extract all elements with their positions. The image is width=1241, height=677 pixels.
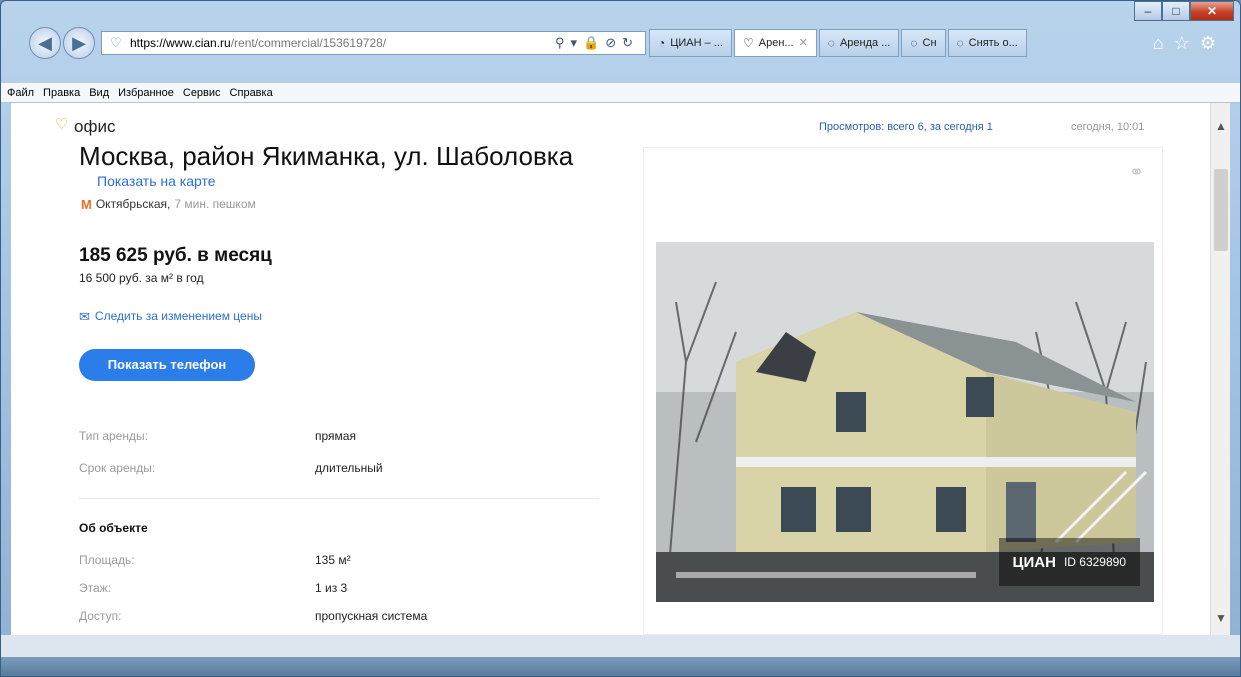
menu-file[interactable]: Файл — [7, 87, 34, 99]
tab-label: Аренда ... — [839, 37, 891, 49]
url-path: /rent/commercial/153619728/ — [230, 36, 387, 50]
scroll-thumb[interactable] — [1214, 169, 1228, 251]
area-value: 135 м² — [315, 553, 351, 567]
menu-bar: Файл Правка Вид Избранное Сервис Справка — [1, 83, 1240, 103]
browser-window: – □ ✕ ◀ ▶ ♡ https://www.cian.ru /rent/co… — [0, 0, 1241, 677]
price-per-m2: 16 500 руб. за м² в год — [79, 271, 204, 285]
metro-icon: М — [81, 197, 92, 212]
browser-toolbar-icons: ⌂☆⚙ — [1153, 33, 1226, 54]
share-link-icon[interactable]: ⚭ — [1129, 162, 1144, 183]
menu-help[interactable]: Справка — [230, 87, 273, 99]
vertical-scrollbar[interactable]: ▲ ▼ — [1210, 103, 1230, 635]
tab-label: Снять о... — [968, 37, 1018, 49]
area-label: Площадь: — [79, 553, 135, 567]
tab-loading-icon: ◌ — [956, 36, 964, 50]
metro-station[interactable]: Октябрьская, — [96, 197, 171, 212]
tab-favicon-icon: ♡ — [742, 36, 754, 50]
back-button[interactable]: ◀ — [29, 27, 61, 59]
page-title: Москва, район Якиманка, ул. Шаболовка — [79, 141, 574, 171]
views-counter[interactable]: Просмотров: всего 6, за сегодня 1 — [819, 121, 993, 133]
navigation-bar: ◀ ▶ ♡ https://www.cian.ru /rent/commerci… — [1, 23, 1240, 63]
tab-loading-icon: ◌ — [910, 36, 918, 50]
menu-tools[interactable]: Сервис — [183, 87, 221, 99]
maximize-button[interactable]: □ — [1162, 1, 1190, 21]
rent-type-value: прямая — [315, 429, 356, 443]
metro-walk-time: 7 мин. пешком — [174, 197, 256, 211]
scroll-up-icon[interactable]: ▲ — [1215, 119, 1227, 133]
cian-logo: ЦИАН — [1012, 553, 1056, 571]
taskbar — [1, 657, 1240, 676]
envelope-icon: ✉ — [79, 309, 90, 324]
url-host: https://www.cian.ru — [130, 36, 231, 50]
follow-price-link[interactable]: ✉ Следить за изменением цены — [79, 309, 262, 325]
published-date: сегодня, 10:01 — [1071, 121, 1145, 133]
photo-watermark: ЦИАН ID 6329890 — [998, 538, 1140, 586]
tab-label: Арен... — [758, 37, 794, 49]
tab-rent-office[interactable]: ◌ Снять о... — [947, 29, 1027, 57]
divider — [79, 498, 599, 499]
menu-view[interactable]: Вид — [89, 87, 109, 99]
window-controls: – □ ✕ — [1134, 1, 1234, 21]
menu-favorites[interactable]: Избранное — [118, 87, 174, 99]
forward-button[interactable]: ▶ — [63, 27, 95, 59]
address-actions-icon[interactable]: ⚲▾🔒⊘↻ — [555, 35, 639, 51]
metro-info: М Октябрьская, 7 мин. пешком — [81, 197, 256, 212]
minimize-button[interactable]: – — [1134, 1, 1162, 21]
rent-type-label: Тип аренды: — [79, 429, 148, 443]
show-phone-button[interactable]: Показать телефон — [79, 349, 255, 381]
floor-value: 1 из 3 — [315, 581, 348, 595]
photo-id: ID 6329890 — [1063, 555, 1126, 569]
photo-gallery: ⚭ ЦИАН ID 6329890 — [643, 147, 1163, 635]
tab-label: ЦИАН – ... — [670, 37, 723, 49]
tab-label: Сн — [922, 37, 937, 49]
home-icon[interactable]: ⌂ — [1153, 33, 1174, 53]
site-favicon-icon: ♡ — [110, 35, 122, 50]
tab-strip: ◔ ЦИАН – ... ♡ Арен... ✕ ◌ Аренда ... ◌ … — [649, 29, 1027, 57]
listing-photo[interactable]: ЦИАН ID 6329890 — [656, 242, 1154, 602]
floor-label: Этаж: — [79, 581, 112, 595]
tab-cian[interactable]: ◔ ЦИАН – ... — [649, 29, 732, 57]
scroll-down-icon[interactable]: ▼ — [1215, 611, 1227, 625]
settings-gear-icon[interactable]: ⚙ — [1200, 33, 1226, 53]
follow-price-label: Следить за изменением цены — [94, 309, 262, 323]
favorite-heart-icon[interactable]: ♡ — [55, 115, 68, 133]
listing-category: офис — [74, 117, 116, 136]
object-section-title: Об объекте — [79, 521, 148, 535]
rent-term-value: длительный — [315, 461, 383, 475]
close-button[interactable]: ✕ — [1190, 1, 1234, 21]
tab-close-icon[interactable]: ✕ — [799, 30, 808, 56]
tab-favicon-icon: ◔ — [658, 36, 666, 50]
access-label: Доступ: — [79, 609, 122, 623]
tab-sn[interactable]: ◌ Сн — [901, 29, 946, 57]
menu-edit[interactable]: Правка — [43, 87, 80, 99]
page-content: ♡ офис Просмотров: всего 6, за сегодня 1… — [11, 103, 1230, 635]
tab-rent[interactable]: ◌ Аренда ... — [818, 29, 900, 57]
show-on-map-link[interactable]: Показать на карте — [97, 173, 216, 189]
favorites-star-icon[interactable]: ☆ — [1174, 33, 1200, 53]
status-bar — [1, 635, 1240, 657]
price: 185 625 руб. в месяц — [79, 245, 272, 266]
address-bar[interactable]: ♡ https://www.cian.ru /rent/commercial/1… — [101, 31, 646, 55]
rent-term-label: Срок аренды: — [79, 461, 156, 475]
access-value: пропускная система — [315, 609, 428, 623]
tab-current[interactable]: ♡ Арен... ✕ — [733, 29, 817, 57]
tab-loading-icon: ◌ — [827, 36, 835, 50]
